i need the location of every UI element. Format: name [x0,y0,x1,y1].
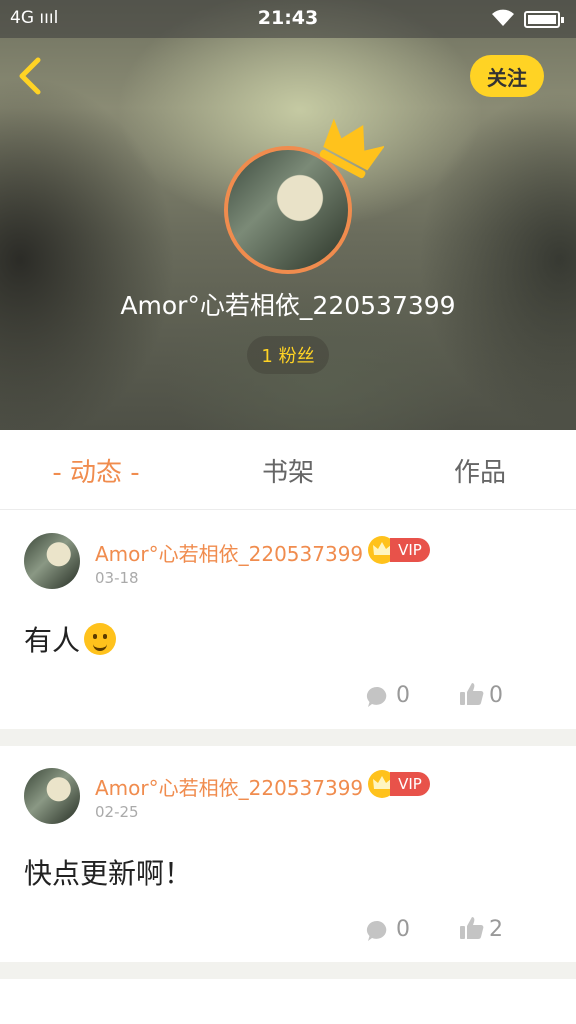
vip-badge: VIP [390,772,430,796]
post-date: 03-18 [95,569,139,587]
crown-icon [319,118,384,179]
chevron-left-icon [19,57,41,95]
feed-post[interactable]: Amor°心若相依_220537399 VIP 03-18 有人 0 0 [0,511,576,729]
profile-tabs: - 动态 - 书架 作品 [0,430,576,510]
tab-bookshelf[interactable]: 书架 [192,430,384,510]
thumbs-up-icon[interactable] [459,681,485,707]
post-avatar[interactable] [24,533,80,589]
profile-header: 4G ıııl 21:43 关注 Amor°心若相依_220537399 1 粉… [0,0,576,430]
post-divider [0,962,576,979]
feed-post[interactable]: Amor°心若相依_220537399 VIP 02-25 快点更新啊！ 0 2 [0,746,576,962]
post-divider [0,729,576,746]
post-author[interactable]: Amor°心若相依_220537399 [95,538,363,567]
post-author[interactable]: Amor°心若相依_220537399 [95,772,363,801]
comment-icon[interactable] [366,685,390,709]
profile-username: Amor°心若相依_220537399 [120,291,456,320]
comment-count: 0 [396,683,410,708]
follow-button[interactable]: 关注 [470,55,544,97]
comment-count: 0 [396,917,410,942]
wifi-icon [490,6,516,33]
status-bar: 4G ıııl 21:43 [0,0,576,38]
back-button[interactable] [14,56,50,96]
post-date: 02-25 [95,803,139,821]
tab-works[interactable]: 作品 [384,430,576,510]
vip-badge: VIP [390,538,430,562]
comment-icon[interactable] [366,919,390,943]
like-count: 0 [489,683,503,708]
post-content: 有人 [24,619,117,659]
fans-count[interactable]: 1 粉丝 [247,336,329,374]
battery-icon [524,11,564,28]
tab-activity[interactable]: - 动态 - [0,430,192,510]
post-content: 快点更新啊！ [24,857,193,890]
thumbs-up-icon[interactable] [459,915,485,941]
smile-emoji-icon [84,623,117,655]
like-count: 2 [489,917,503,942]
post-avatar[interactable] [24,768,80,824]
